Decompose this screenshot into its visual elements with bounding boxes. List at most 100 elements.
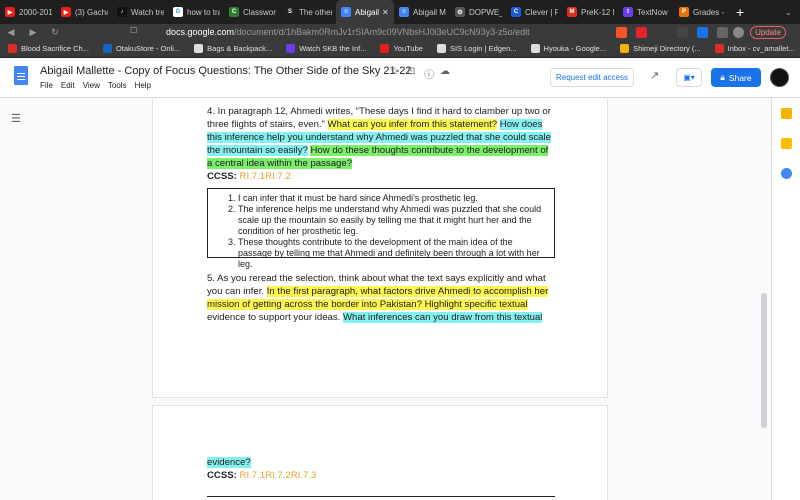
- cloud-status-icon: ☁: [440, 66, 450, 77]
- document-outline-icon[interactable]: ☰: [11, 112, 21, 125]
- bookmark-favicon-icon: [286, 44, 296, 53]
- update-button[interactable]: Update: [750, 26, 786, 39]
- side-panel: [771, 98, 800, 500]
- document-page: 4. In paragraph 12, Ahmedi writes, “Thes…: [153, 98, 607, 397]
- bookmark-item[interactable]: Inbox - cv_amallet...: [714, 44, 795, 53]
- bookmark-item[interactable]: Bags & Backpack...: [194, 44, 272, 53]
- bookmark-item[interactable]: Shimeji Directory (...: [620, 44, 701, 53]
- question-5-continued: evidence? CCSS: RI.7.1RI.7.2RI.7.3: [207, 456, 555, 482]
- avatar[interactable]: [770, 68, 789, 87]
- move-folder-icon[interactable]: ⊡: [407, 66, 415, 77]
- beta-extension-icon[interactable]: [697, 27, 708, 38]
- brave-shield-icon[interactable]: [616, 27, 627, 38]
- tab-label: DOPWE_T(: [469, 7, 502, 17]
- tab-favicon-icon: ⚙: [455, 7, 465, 17]
- url-host: docs.google.com: [166, 27, 235, 37]
- tab-favicon-icon: C: [511, 7, 521, 17]
- reload-icon[interactable]: ↻: [44, 27, 66, 38]
- keep-icon[interactable]: [781, 138, 792, 149]
- profile-icon[interactable]: [733, 27, 744, 38]
- bookmark-label: Bags & Backpack...: [207, 44, 273, 53]
- tab-label: Watch tren: [131, 7, 164, 17]
- browser-tab[interactable]: M PreK-12 Le: [562, 0, 618, 24]
- browser-tab[interactable]: P Grades - P: [674, 0, 730, 24]
- question-5: 5. As you reread the selection, think ab…: [207, 272, 555, 324]
- bookmark-label: Blood Sacrifice Ch...: [21, 44, 89, 53]
- browser-tab[interactable]: S The other s: [280, 0, 336, 24]
- bookmark-favicon-icon: [102, 44, 112, 53]
- tab-favicon-icon: S: [285, 7, 295, 17]
- bookmark-favicon-icon: [620, 44, 630, 53]
- present-button[interactable]: ▣▾: [676, 68, 702, 87]
- browser-tab[interactable]: C Clever | Po: [506, 0, 562, 24]
- tab-label: 2000-2010: [19, 7, 52, 17]
- tab-favicon-icon: ♪: [117, 7, 127, 17]
- document-title[interactable]: Abigail Mallette - Copy of Focus Questio…: [40, 65, 412, 77]
- lock-icon: 🔒︎: [720, 72, 725, 82]
- bookmark-icon[interactable]: ☐: [130, 26, 137, 35]
- tab-label: Abigail: [355, 7, 380, 17]
- extensions-icon[interactable]: [677, 27, 688, 38]
- details-info-icon[interactable]: ⓘ: [424, 66, 434, 81]
- browser-tab[interactable]: C Classwork: [224, 0, 280, 24]
- browser-tab[interactable]: ♪ Watch tren: [112, 0, 168, 24]
- bookmark-item[interactable]: Hyouka - Google...: [530, 44, 607, 53]
- browser-tab[interactable]: Ghow to tran: [168, 0, 224, 24]
- bookmark-item[interactable]: Blood Sacrifice Ch...: [8, 44, 89, 53]
- menu-view[interactable]: View: [83, 81, 100, 90]
- address-bar[interactable]: docs.google.com/document/d/1hBakm0RmJv1r…: [166, 25, 686, 39]
- answer-item: These thoughts contribute to the develop…: [238, 237, 544, 270]
- menu-edit[interactable]: Edit: [61, 81, 75, 90]
- bookmark-label: YouTube: [393, 44, 423, 53]
- browser-tab[interactable]: ▶ (3) Gachal: [56, 0, 112, 24]
- browser-tab[interactable]: t TextNow: [618, 0, 674, 24]
- tasks-icon[interactable]: [781, 168, 792, 179]
- menu-file[interactable]: File: [40, 81, 53, 90]
- tab-favicon-icon: M: [567, 7, 577, 17]
- tab-favicon-icon: ≡: [341, 7, 351, 17]
- star-icon[interactable]: ☆: [390, 66, 399, 77]
- puzzle-icon[interactable]: [717, 27, 728, 38]
- q4-ccss-label: CCSS:: [207, 171, 237, 182]
- bookmark-label: Shimeji Directory (...: [633, 44, 701, 53]
- bookmark-label: Hyouka - Google...: [543, 44, 607, 53]
- new-tab-button[interactable]: +: [736, 4, 744, 20]
- answer-item: I can infer that it must be hard since A…: [238, 193, 544, 204]
- share-button[interactable]: 🔒︎ Share: [711, 68, 761, 87]
- brave-rewards-icon[interactable]: [636, 27, 647, 38]
- tab-search-icon[interactable]: ⌄: [784, 7, 792, 18]
- calendar-icon[interactable]: [781, 108, 792, 119]
- bookmark-item[interactable]: Watch SKB the Inf...: [286, 44, 366, 53]
- bookmark-item[interactable]: OtakuStore - Onli...: [102, 44, 180, 53]
- tab-close-icon[interactable]: ✕: [382, 8, 389, 17]
- tab-label: (3) Gachal: [75, 7, 108, 17]
- question-4: 4. In paragraph 12, Ahmedi writes, “Thes…: [207, 105, 555, 183]
- browser-tab[interactable]: ▶ 2000-2010: [0, 0, 56, 24]
- document-page-2: evidence? CCSS: RI.7.1RI.7.2RI.7.3: [153, 406, 607, 500]
- vertical-scrollbar[interactable]: [761, 293, 767, 428]
- activity-trend-icon[interactable]: ↗: [650, 69, 659, 82]
- bookmark-item[interactable]: SIS Login | Edgen...: [436, 44, 517, 53]
- browser-tab[interactable]: ⚙ DOPWE_T(: [450, 0, 506, 24]
- bookmarks-bar: Blood Sacrifice Ch... OtakuStore - Onli..…: [0, 40, 800, 58]
- bookmark-favicon-icon: [714, 44, 724, 53]
- browser-tab[interactable]: ≡ Abigail Mal: [394, 0, 450, 24]
- url-path: /document/d/1hBakm0RmJv1rSIAm9c09VNbsHJ0…: [234, 27, 530, 37]
- bookmark-item[interactable]: YouTube: [380, 44, 423, 53]
- tab-label: Grades - P: [693, 7, 726, 17]
- tab-label: TextNow: [637, 7, 668, 17]
- menu-tools[interactable]: Tools: [108, 81, 127, 90]
- tab-label: Clever | Po: [525, 7, 558, 17]
- tab-label: Abigail Mal: [413, 7, 446, 17]
- google-docs-logo-icon[interactable]: [14, 66, 28, 85]
- answer-list: I can infer that it must be hard since A…: [224, 193, 544, 270]
- tab-favicon-icon: G: [173, 7, 183, 17]
- tab-favicon-icon: P: [679, 7, 689, 17]
- browser-tab[interactable]: ≡ Abigail ✕: [336, 0, 394, 24]
- forward-icon[interactable]: ▶: [22, 27, 44, 38]
- bookmark-label: Inbox - cv_amallet...: [727, 44, 795, 53]
- request-edit-access-button[interactable]: Request edit access: [550, 68, 634, 87]
- menu-help[interactable]: Help: [135, 81, 151, 90]
- browser-toolbar: ◀ ▶ ↻ ☐ docs.google.com/document/d/1hBak…: [0, 24, 800, 40]
- back-icon[interactable]: ◀: [0, 27, 22, 38]
